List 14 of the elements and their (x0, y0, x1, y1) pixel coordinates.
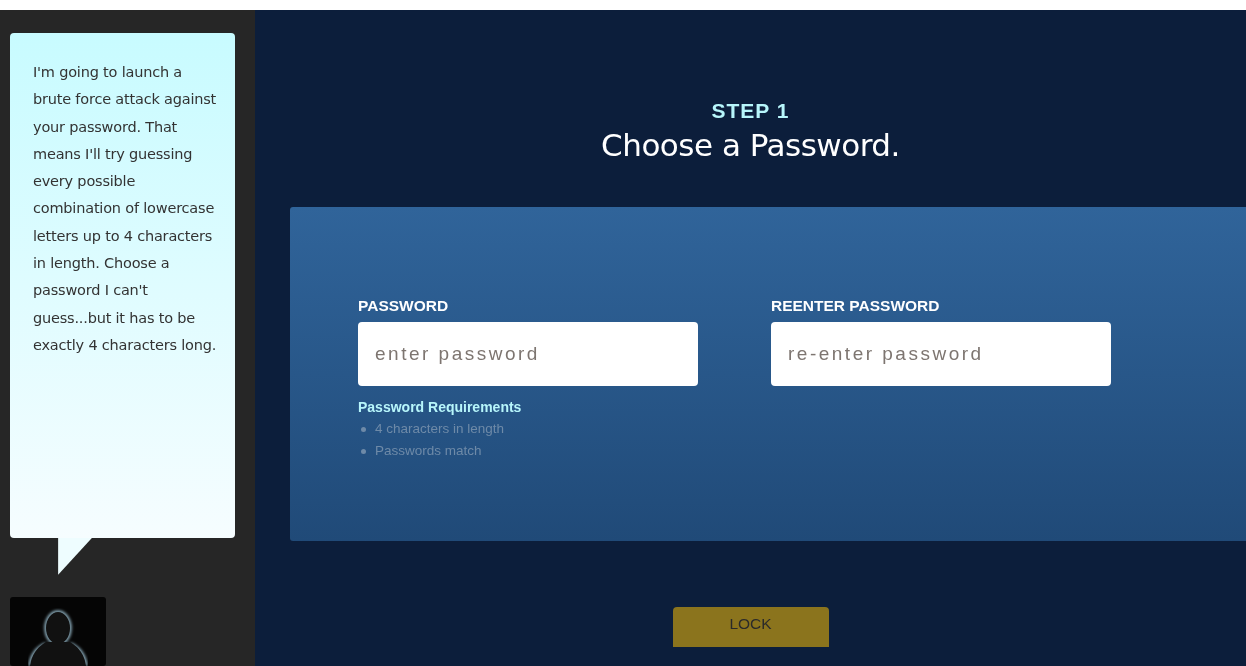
bullet-icon (361, 426, 366, 432)
bullet-icon (361, 448, 366, 454)
step-title: Choose a Password. (601, 127, 900, 163)
speech-bubble-tail (58, 537, 92, 575)
password-field[interactable]: enter password (358, 322, 698, 386)
step-label: STEP 1 (711, 99, 790, 123)
field-label: REENTER PASSWORD (771, 297, 941, 315)
speech-text: I'm going to launch a brute force attack against your password. That means I'll try guessing every possible combination of lowercase letters up to 4 characters in length. Choose a password I can't guess...but it has to be exactly 4 characters long. (33, 63, 217, 355)
field-label: PASSWORD (358, 297, 450, 315)
requirement-text: Passwords match (375, 442, 482, 460)
requirement-text: 4 characters in length (375, 420, 505, 438)
lock-button[interactable]: LOCK (672, 607, 829, 647)
requirements-heading: Password Requirements (358, 399, 523, 415)
password-field[interactable]: re-enter password (771, 322, 1111, 386)
